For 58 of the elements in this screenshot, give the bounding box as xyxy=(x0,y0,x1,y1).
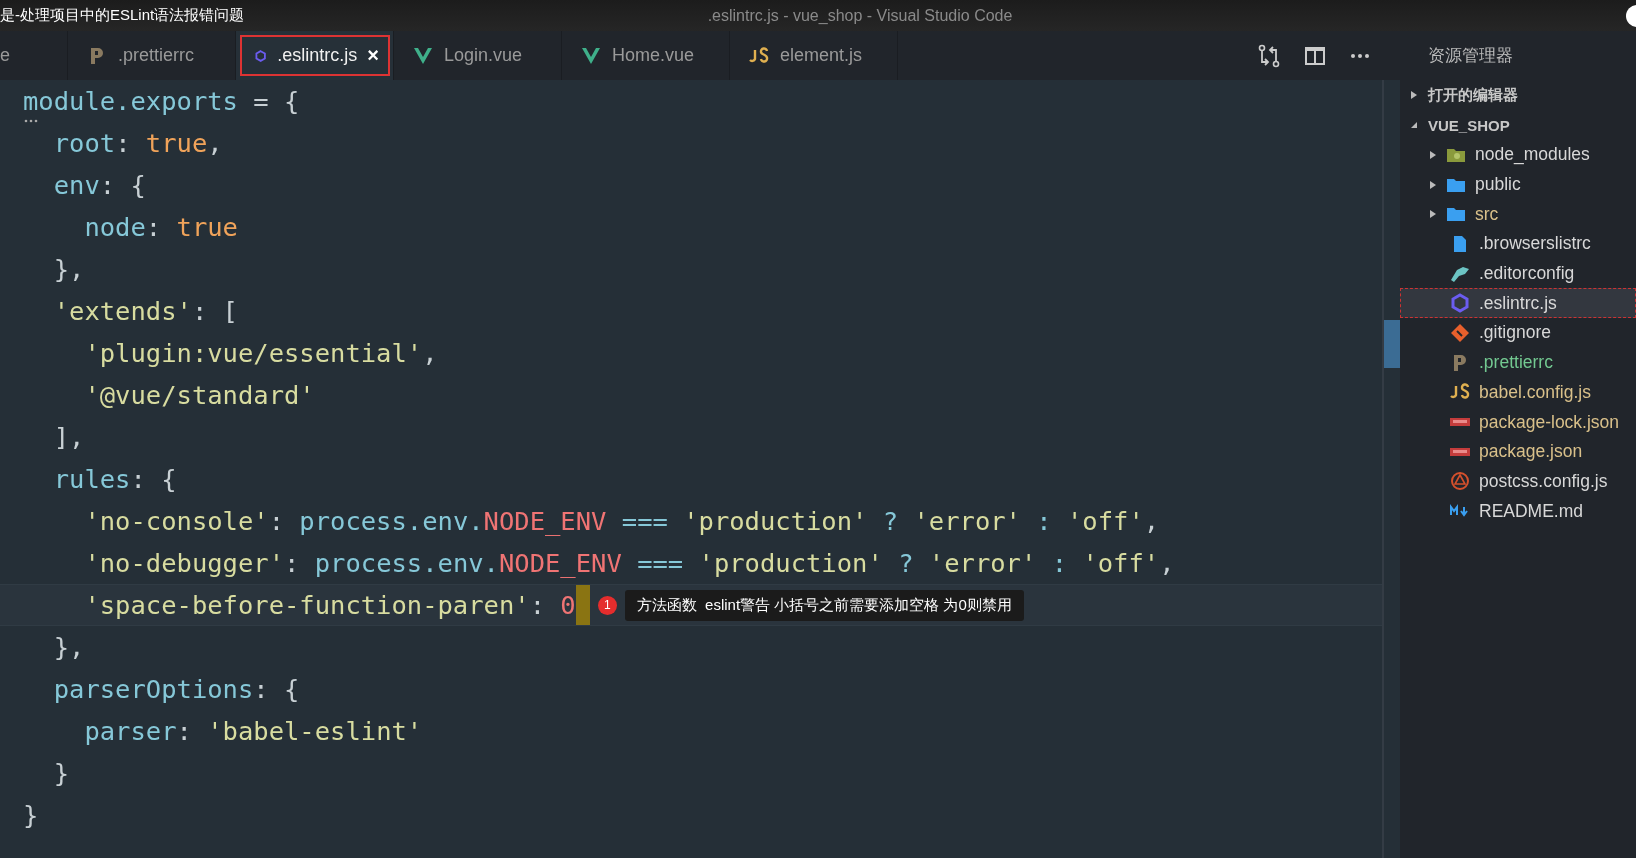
close-icon[interactable]: × xyxy=(367,44,379,67)
v-letter-icon xyxy=(412,45,434,66)
chevron-icon[interactable] xyxy=(1429,179,1437,190)
chevron-icon[interactable] xyxy=(1410,90,1418,100)
file-tree-item[interactable]: .gitignore xyxy=(1400,318,1636,348)
file-tree-item[interactable]: README.md xyxy=(1400,496,1636,526)
code-line: parser: 'babel-eslint' xyxy=(83,715,424,748)
video-caption: 是-处理项目中的ESLint语法报错问题 xyxy=(0,6,245,25)
v-letter-icon xyxy=(580,45,602,66)
file-tree-item[interactable]: .editorconfig xyxy=(1400,258,1636,289)
chevron-icon[interactable] xyxy=(1429,209,1437,220)
code-line: } xyxy=(52,757,71,790)
hexagon-icon xyxy=(1449,293,1471,314)
code-line: 'no-console': process.env.NODE_ENV === 'production' ? 'error' : 'off', xyxy=(83,505,1161,538)
chevron-icon[interactable] xyxy=(1429,149,1437,160)
chevron-icon[interactable] xyxy=(1410,120,1418,130)
code-line: module.exports = { xyxy=(0,80,1382,122)
file-tree-item[interactable]: babel.config.js xyxy=(1400,377,1636,408)
file-tree-item[interactable]: node_modules xyxy=(1400,140,1636,170)
editor-tab[interactable]: .eslintrc.js × xyxy=(236,31,394,80)
section-header[interactable]: 打开的编辑器 xyxy=(1400,80,1636,110)
file-tree-item[interactable]: src xyxy=(1400,199,1636,230)
scroll-thumb[interactable] xyxy=(1384,320,1400,368)
section-header[interactable]: VUE_SHOP xyxy=(1400,110,1636,140)
scrollbar[interactable] xyxy=(1382,80,1400,858)
file-tree-item[interactable]: package.json xyxy=(1400,436,1636,467)
code-line: ], xyxy=(52,421,86,454)
diamond-icon xyxy=(1449,322,1471,343)
code-line: env: { xyxy=(52,169,147,202)
code-line: '@vue/standard' xyxy=(83,379,316,412)
more-icon[interactable] xyxy=(1350,52,1370,59)
split-editor-icon[interactable] xyxy=(1304,45,1326,66)
js-letter-icon xyxy=(748,45,770,66)
code-line: parserOptions: { xyxy=(52,673,301,706)
file-tree-item[interactable]: public xyxy=(1400,169,1636,200)
file-tree-item[interactable]: package-lock.json xyxy=(1400,407,1636,437)
editor-tab[interactable]: e xyxy=(0,31,68,80)
fold-dots-icon xyxy=(24,119,38,123)
file-tree-item[interactable]: postcss.config.js xyxy=(1400,466,1636,497)
error-tooltip: 方法函数 eslint警告 小括号之前需要添加空格 为0则禁用 xyxy=(624,589,1024,621)
text-cursor xyxy=(575,585,590,625)
error-badge: 1 xyxy=(597,595,617,615)
code-line: } xyxy=(22,799,40,832)
code-line: node: true xyxy=(83,211,239,244)
compare-icon[interactable] xyxy=(1258,43,1280,68)
code-line: 'extends': [ xyxy=(52,295,239,328)
code-line: rules: { xyxy=(52,463,178,496)
code-line: 'plugin:vue/essential', xyxy=(83,337,439,370)
circle-icon xyxy=(1449,471,1471,492)
file-tree-item[interactable]: .eslintrc.js xyxy=(1400,288,1636,319)
explorer-title: 资源管理器 xyxy=(1427,45,1514,67)
code-line: 'no-debugger': process.env.NODE_ENV === 'production' ? 'error' : 'off', xyxy=(83,547,1176,580)
file-tree-item[interactable]: .prettierrc xyxy=(1400,347,1636,378)
file-tree-item[interactable]: .browserslistrc xyxy=(1400,229,1636,259)
code-line: root: true, xyxy=(52,127,224,160)
window-title: .eslintrc.js - vue_shop - Visual Studio Code xyxy=(707,6,1013,25)
code-line: }, xyxy=(52,631,86,664)
code-line: }, xyxy=(52,253,86,286)
